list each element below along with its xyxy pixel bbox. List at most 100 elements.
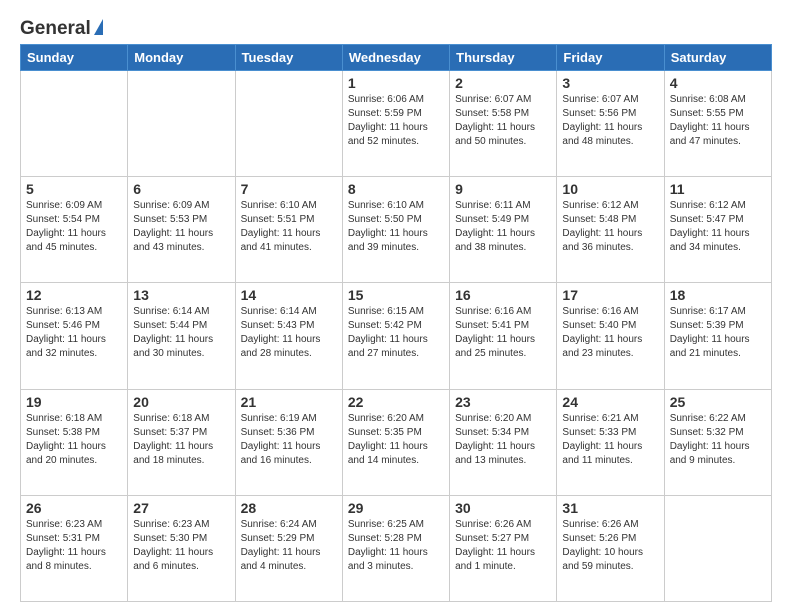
calendar-cell: 20 Sunrise: 6:18 AM Sunset: 5:37 PM Dayli… <box>128 389 235 495</box>
day-number: 11 <box>670 181 766 197</box>
weekday-header-monday: Monday <box>128 45 235 71</box>
logo-triangle-icon <box>94 19 103 35</box>
calendar-cell: 16 Sunrise: 6:16 AM Sunset: 5:41 PM Dayli… <box>450 283 557 389</box>
day-number: 31 <box>562 500 658 516</box>
calendar-cell: 1 Sunrise: 6:06 AM Sunset: 5:59 PM Daylig… <box>342 71 449 177</box>
day-number: 3 <box>562 75 658 91</box>
day-info: Sunrise: 6:09 AM Sunset: 5:53 PM Dayligh… <box>133 199 229 255</box>
calendar-cell: 15Sunrise: 6:15 AM Sunset: 5:42 PM Dayli… <box>342 283 449 389</box>
calendar-cell: 2 Sunrise: 6:07 AM Sunset: 5:58 PM Daylig… <box>450 71 557 177</box>
weekday-header-sunday: Sunday <box>21 45 128 71</box>
calendar-cell <box>235 71 342 177</box>
day-number: 1 <box>348 75 444 91</box>
day-number: 25 <box>670 394 766 410</box>
calendar-week-row-1: 1 Sunrise: 6:06 AM Sunset: 5:59 PM Daylig… <box>21 71 772 177</box>
day-info: Sunrise: 6:25 AM Sunset: 5:28 PM Dayligh… <box>348 518 444 574</box>
weekday-header-thursday: Thursday <box>450 45 557 71</box>
day-number: 6 <box>133 181 229 197</box>
calendar-week-row-5: 26Sunrise: 6:23 AM Sunset: 5:31 PM Dayli… <box>21 495 772 601</box>
day-info: Sunrise: 6:18 AM Sunset: 5:38 PM Dayligh… <box>26 412 122 468</box>
day-info: Sunrise: 6:20 AM Sunset: 5:35 PM Dayligh… <box>348 412 444 468</box>
day-info: Sunrise: 6:19 AM Sunset: 5:36 PM Dayligh… <box>241 412 337 468</box>
day-number: 10 <box>562 181 658 197</box>
logo: General <box>20 18 103 36</box>
calendar-cell: 12 Sunrise: 6:13 AM Sunset: 5:46 PM Dayli… <box>21 283 128 389</box>
day-info: Sunrise: 6:07 AM Sunset: 5:56 PM Dayligh… <box>562 93 658 149</box>
day-number: 16 <box>455 287 551 303</box>
calendar-cell: 6 Sunrise: 6:09 AM Sunset: 5:53 PM Daylig… <box>128 177 235 283</box>
day-number: 17 <box>562 287 658 303</box>
calendar-cell: 22 Sunrise: 6:20 AM Sunset: 5:35 PM Dayli… <box>342 389 449 495</box>
calendar-cell: 24Sunrise: 6:21 AM Sunset: 5:33 PM Dayli… <box>557 389 664 495</box>
logo-general-text: General <box>20 18 91 40</box>
calendar-cell <box>21 71 128 177</box>
day-info: Sunrise: 6:12 AM Sunset: 5:48 PM Dayligh… <box>562 199 658 255</box>
calendar-cell: 18Sunrise: 6:17 AM Sunset: 5:39 PM Dayli… <box>664 283 771 389</box>
day-number: 19 <box>26 394 122 410</box>
day-number: 4 <box>670 75 766 91</box>
calendar-cell: 13Sunrise: 6:14 AM Sunset: 5:44 PM Dayli… <box>128 283 235 389</box>
day-info: Sunrise: 6:16 AM Sunset: 5:41 PM Dayligh… <box>455 305 551 361</box>
day-number: 7 <box>241 181 337 197</box>
calendar-cell: 11 Sunrise: 6:12 AM Sunset: 5:47 PM Dayli… <box>664 177 771 283</box>
day-number: 28 <box>241 500 337 516</box>
day-number: 14 <box>241 287 337 303</box>
day-info: Sunrise: 6:10 AM Sunset: 5:50 PM Dayligh… <box>348 199 444 255</box>
calendar-cell <box>664 495 771 601</box>
day-info: Sunrise: 6:13 AM Sunset: 5:46 PM Dayligh… <box>26 305 122 361</box>
day-number: 12 <box>26 287 122 303</box>
calendar-cell: 31 Sunrise: 6:26 AM Sunset: 5:26 PM Dayli… <box>557 495 664 601</box>
calendar-cell: 26Sunrise: 6:23 AM Sunset: 5:31 PM Dayli… <box>21 495 128 601</box>
day-number: 24 <box>562 394 658 410</box>
day-number: 22 <box>348 394 444 410</box>
calendar-cell: 21 Sunrise: 6:19 AM Sunset: 5:36 PM Dayli… <box>235 389 342 495</box>
calendar-cell: 10 Sunrise: 6:12 AM Sunset: 5:48 PM Dayli… <box>557 177 664 283</box>
day-number: 2 <box>455 75 551 91</box>
day-number: 29 <box>348 500 444 516</box>
day-info: Sunrise: 6:26 AM Sunset: 5:27 PM Dayligh… <box>455 518 551 574</box>
day-number: 18 <box>670 287 766 303</box>
calendar-cell: 19 Sunrise: 6:18 AM Sunset: 5:38 PM Dayli… <box>21 389 128 495</box>
day-info: Sunrise: 6:08 AM Sunset: 5:55 PM Dayligh… <box>670 93 766 149</box>
day-info: Sunrise: 6:20 AM Sunset: 5:34 PM Dayligh… <box>455 412 551 468</box>
calendar-cell: 4 Sunrise: 6:08 AM Sunset: 5:55 PM Daylig… <box>664 71 771 177</box>
day-number: 27 <box>133 500 229 516</box>
weekday-header-tuesday: Tuesday <box>235 45 342 71</box>
day-info: Sunrise: 6:26 AM Sunset: 5:26 PM Dayligh… <box>562 518 658 574</box>
day-number: 30 <box>455 500 551 516</box>
day-info: Sunrise: 6:18 AM Sunset: 5:37 PM Dayligh… <box>133 412 229 468</box>
calendar-week-row-4: 19 Sunrise: 6:18 AM Sunset: 5:38 PM Dayli… <box>21 389 772 495</box>
calendar-cell: 27Sunrise: 6:23 AM Sunset: 5:30 PM Dayli… <box>128 495 235 601</box>
calendar-cell <box>128 71 235 177</box>
calendar-cell: 5 Sunrise: 6:09 AM Sunset: 5:54 PM Daylig… <box>21 177 128 283</box>
calendar-week-row-2: 5 Sunrise: 6:09 AM Sunset: 5:54 PM Daylig… <box>21 177 772 283</box>
calendar-cell: 25 Sunrise: 6:22 AM Sunset: 5:32 PM Dayli… <box>664 389 771 495</box>
calendar-table: SundayMondayTuesdayWednesdayThursdayFrid… <box>20 44 772 602</box>
day-number: 23 <box>455 394 551 410</box>
calendar-cell: 28 Sunrise: 6:24 AM Sunset: 5:29 PM Dayli… <box>235 495 342 601</box>
day-number: 20 <box>133 394 229 410</box>
day-info: Sunrise: 6:07 AM Sunset: 5:58 PM Dayligh… <box>455 93 551 149</box>
day-info: Sunrise: 6:10 AM Sunset: 5:51 PM Dayligh… <box>241 199 337 255</box>
day-info: Sunrise: 6:14 AM Sunset: 5:43 PM Dayligh… <box>241 305 337 361</box>
day-number: 21 <box>241 394 337 410</box>
weekday-header-saturday: Saturday <box>664 45 771 71</box>
calendar-cell: 23 Sunrise: 6:20 AM Sunset: 5:34 PM Dayli… <box>450 389 557 495</box>
day-number: 9 <box>455 181 551 197</box>
day-info: Sunrise: 6:22 AM Sunset: 5:32 PM Dayligh… <box>670 412 766 468</box>
header: General <box>20 18 772 36</box>
day-info: Sunrise: 6:12 AM Sunset: 5:47 PM Dayligh… <box>670 199 766 255</box>
calendar-cell: 17Sunrise: 6:16 AM Sunset: 5:40 PM Dayli… <box>557 283 664 389</box>
day-number: 5 <box>26 181 122 197</box>
day-info: Sunrise: 6:24 AM Sunset: 5:29 PM Dayligh… <box>241 518 337 574</box>
day-info: Sunrise: 6:09 AM Sunset: 5:54 PM Dayligh… <box>26 199 122 255</box>
calendar-cell: 14 Sunrise: 6:14 AM Sunset: 5:43 PM Dayli… <box>235 283 342 389</box>
day-info: Sunrise: 6:23 AM Sunset: 5:31 PM Dayligh… <box>26 518 122 574</box>
calendar-cell: 7 Sunrise: 6:10 AM Sunset: 5:51 PM Daylig… <box>235 177 342 283</box>
calendar-cell: 29 Sunrise: 6:25 AM Sunset: 5:28 PM Dayli… <box>342 495 449 601</box>
day-info: Sunrise: 6:14 AM Sunset: 5:44 PM Dayligh… <box>133 305 229 361</box>
page: General SundayMondayTuesdayWednesdayThur… <box>0 0 792 612</box>
calendar-cell: 8Sunrise: 6:10 AM Sunset: 5:50 PM Daylig… <box>342 177 449 283</box>
calendar-cell: 9Sunrise: 6:11 AM Sunset: 5:49 PM Daylig… <box>450 177 557 283</box>
day-info: Sunrise: 6:06 AM Sunset: 5:59 PM Dayligh… <box>348 93 444 149</box>
